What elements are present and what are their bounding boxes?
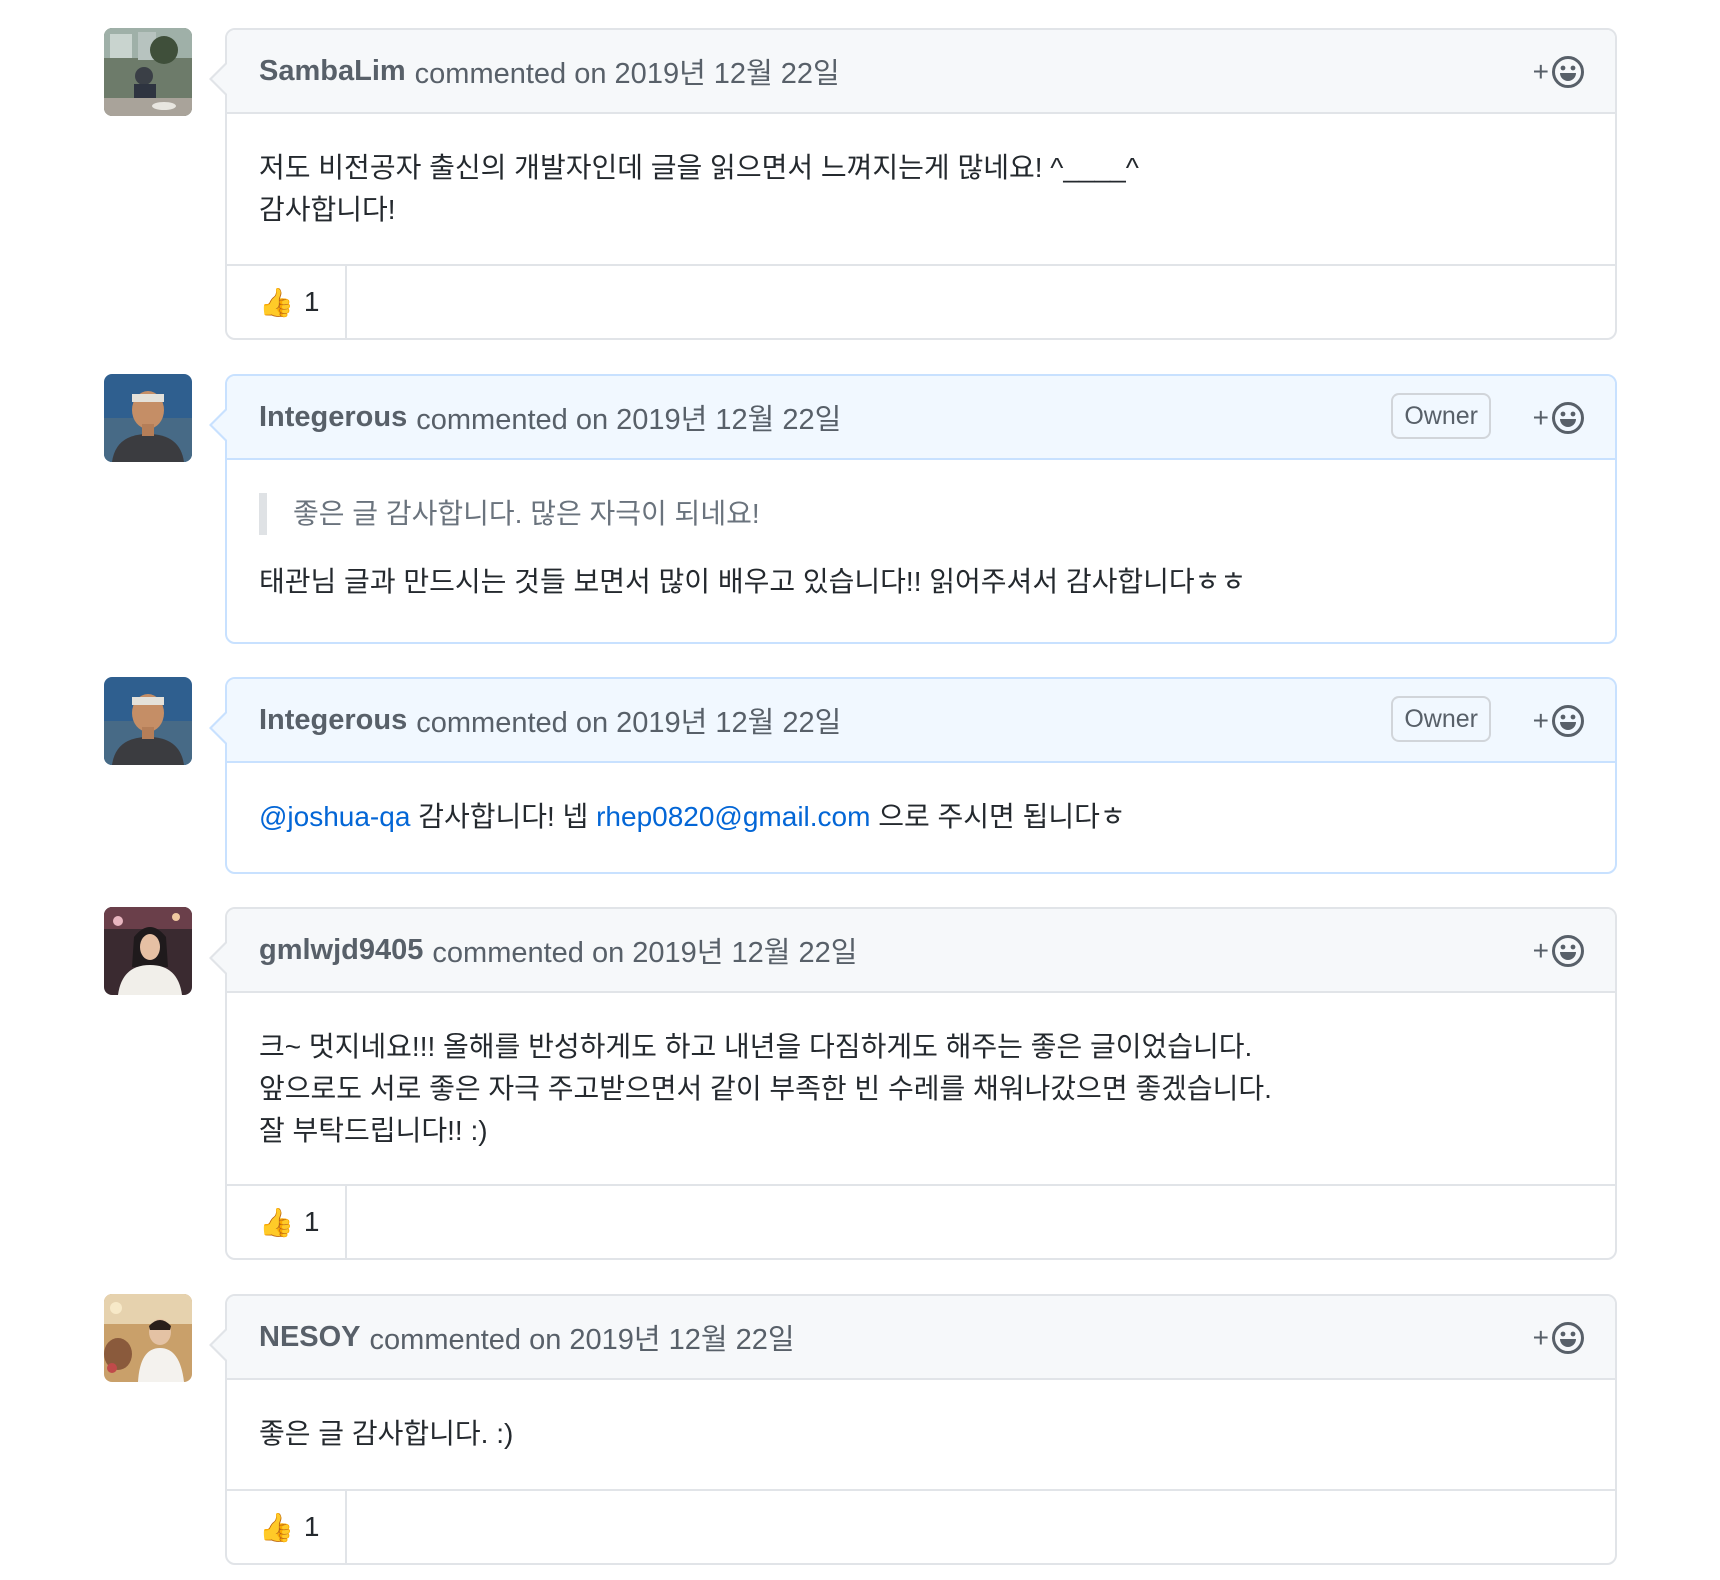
avatar[interactable] — [104, 677, 192, 765]
comment-author[interactable]: NESOY — [259, 1321, 361, 1354]
comment-text-line: 태관님 글과 만드시는 것들 보면서 많이 배우고 있습니다!! 읽어주셔서 감… — [259, 566, 1247, 597]
smiley-icon — [1552, 1322, 1584, 1354]
blockquote: 좋은 글 감사합니다. 많은 자극이 되네요! — [259, 493, 1583, 535]
comment-header: SambaLim commented on 2019년 12월 22일 + — [227, 30, 1615, 114]
reactions-bar: 👍 1 — [227, 264, 1615, 338]
avatar[interactable] — [104, 28, 192, 116]
comment-text-line: 저도 비전공자 출신의 개발자인데 글을 읽으면서 느껴지는게 많네요! ^__… — [259, 152, 1139, 183]
plus-icon: + — [1532, 402, 1549, 433]
comment-timeline: SambaLim commented on 2019년 12월 22일 + 저도… — [0, 0, 1720, 1580]
comment-box: NESOY commented on 2019년 12월 22일 + 좋은 글 … — [209, 1294, 1617, 1565]
comment-timestamp[interactable]: commented on 2019년 12월 22일 — [432, 929, 857, 971]
add-reaction-button[interactable]: + — [1533, 933, 1585, 969]
comment-text: 으로 주시면 됩니다ㅎ — [878, 801, 1126, 832]
add-reaction-button[interactable]: + — [1533, 400, 1585, 436]
comment-text-line: 좋은 글 감사합니다. :) — [259, 1418, 514, 1449]
owner-badge: Owner — [1391, 393, 1491, 439]
comment-timestamp[interactable]: commented on 2019년 12월 22일 — [415, 50, 840, 92]
thumbs-up-icon: 👍 — [259, 1206, 294, 1238]
comment-body: 좋은 글 감사합니다. 많은 자극이 되네요! 태관님 글과 만드시는 것들 보… — [227, 460, 1615, 603]
thumbs-up-reaction[interactable]: 👍 1 — [227, 1186, 347, 1258]
comment-header: gmlwjd9405 commented on 2019년 12월 22일 + — [227, 909, 1615, 993]
avatar[interactable] — [104, 907, 192, 995]
add-reaction-button[interactable]: + — [1533, 1320, 1585, 1356]
comment-box: Integerous commented on 2019년 12월 22일 Ow… — [209, 374, 1617, 644]
comment-text-line: 크~ 멋지네요!!! 올해를 반성하게도 하고 내년을 다짐하게도 해주는 좋은… — [259, 1031, 1253, 1062]
reactions-bar: 👍 1 — [227, 1489, 1615, 1563]
comment-author[interactable]: Integerous — [259, 401, 407, 434]
comment-text-line: 앞으로도 서로 좋은 자극 주고받으면서 같이 부족한 빈 수레를 채워나갔으면… — [259, 1073, 1272, 1104]
comment-author[interactable]: gmlwjd9405 — [259, 934, 423, 967]
comment-author[interactable]: SambaLim — [259, 55, 406, 88]
avatar[interactable] — [104, 374, 192, 462]
plus-icon: + — [1532, 56, 1549, 87]
comment-timestamp[interactable]: commented on 2019년 12월 22일 — [416, 396, 841, 438]
plus-icon: + — [1532, 705, 1549, 736]
thumbs-up-reaction[interactable]: 👍 1 — [227, 266, 347, 338]
comment-text-line: 잘 부탁드립니다!! :) — [259, 1115, 488, 1146]
thumbs-up-reaction[interactable]: 👍 1 — [227, 1491, 347, 1563]
smiley-icon — [1552, 56, 1584, 88]
reaction-count: 1 — [303, 1206, 320, 1237]
comment-body: 저도 비전공자 출신의 개발자인데 글을 읽으면서 느껴지는게 많네요! ^__… — [227, 114, 1615, 231]
avatar[interactable] — [104, 1294, 192, 1382]
smiley-icon — [1552, 402, 1584, 434]
comment-body: 크~ 멋지네요!!! 올해를 반성하게도 하고 내년을 다짐하게도 해주는 좋은… — [227, 993, 1615, 1152]
email-link[interactable]: rhep0820@gmail.com — [596, 801, 870, 832]
comment-header: Integerous commented on 2019년 12월 22일 Ow… — [227, 376, 1615, 460]
comment-box: Integerous commented on 2019년 12월 22일 Ow… — [209, 677, 1617, 874]
thumbs-up-icon: 👍 — [259, 1511, 294, 1543]
comment-header: Integerous commented on 2019년 12월 22일 Ow… — [227, 679, 1615, 763]
reaction-count: 1 — [303, 1511, 320, 1542]
thumbs-up-icon: 👍 — [259, 286, 294, 318]
comment-box: SambaLim commented on 2019년 12월 22일 + 저도… — [209, 28, 1617, 340]
comment-text-line: 감사합니다! — [259, 194, 396, 225]
smiley-icon — [1552, 705, 1584, 737]
comment-text: 감사합니다! 넵 — [418, 801, 589, 832]
plus-icon: + — [1532, 935, 1549, 966]
comment-header: NESOY commented on 2019년 12월 22일 + — [227, 1296, 1615, 1380]
reaction-count: 1 — [303, 286, 320, 317]
comment-box: gmlwjd9405 commented on 2019년 12월 22일 + … — [209, 907, 1617, 1260]
comment-body: 좋은 글 감사합니다. :) — [227, 1380, 1615, 1455]
comment-timestamp[interactable]: commented on 2019년 12월 22일 — [416, 699, 841, 741]
plus-icon: + — [1532, 1322, 1549, 1353]
reactions-bar: 👍 1 — [227, 1184, 1615, 1258]
owner-badge: Owner — [1391, 696, 1491, 742]
smiley-icon — [1552, 935, 1584, 967]
user-mention-link[interactable]: @joshua-qa — [259, 801, 410, 832]
comment-body: @joshua-qa 감사합니다! 넵 rhep0820@gmail.com 으… — [227, 763, 1615, 838]
comment-timestamp[interactable]: commented on 2019년 12월 22일 — [370, 1316, 795, 1358]
comment-author[interactable]: Integerous — [259, 704, 407, 737]
add-reaction-button[interactable]: + — [1533, 703, 1585, 739]
comment-text-line: @joshua-qa 감사합니다! 넵 rhep0820@gmail.com 으… — [259, 796, 1583, 838]
add-reaction-button[interactable]: + — [1533, 54, 1585, 90]
